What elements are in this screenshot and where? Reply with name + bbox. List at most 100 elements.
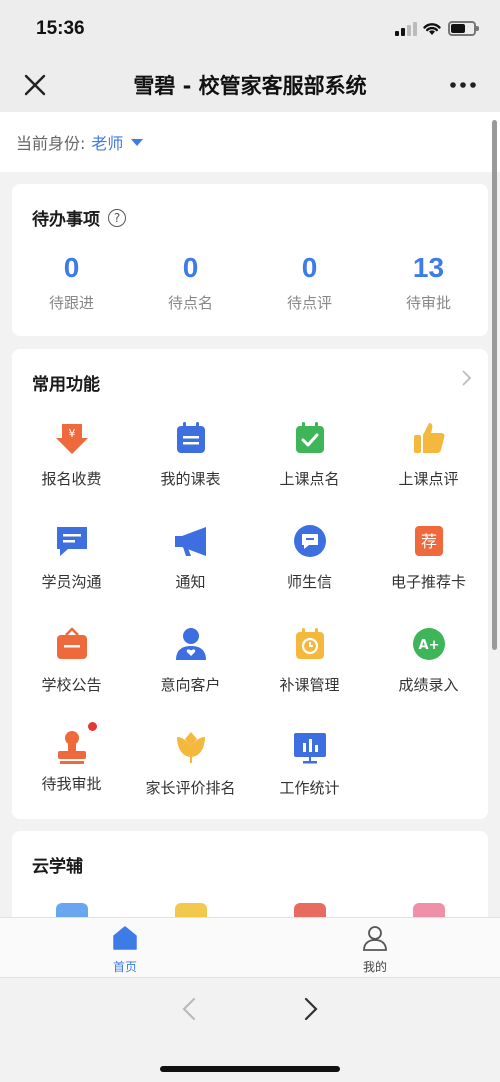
tab-home[interactable]: 首页	[0, 918, 250, 977]
stat-count: 0	[63, 252, 80, 283]
svg-text:荐: 荐	[420, 532, 436, 551]
roll-call-icon	[295, 422, 324, 453]
function-notification[interactable]: 通知	[131, 514, 250, 617]
battery-icon	[448, 21, 479, 36]
status-time: 15:36	[36, 18, 85, 39]
todo-card: 待办事项 ? 0 待跟进 0 待点名 0 待点评 13 待审批	[12, 184, 488, 336]
function-roll-call[interactable]: 上课点名	[250, 411, 369, 514]
approval-stamp-icon	[57, 731, 86, 764]
main-content: 当前身份: 老师 待办事项 ? 0 待跟进 0 待点名 0 待点评 13 待审批…	[0, 112, 500, 917]
function-grade-entry[interactable]: A+ 成绩录入	[369, 617, 488, 720]
identity-selector[interactable]: 老师	[91, 130, 144, 154]
function-label: 上课点名	[279, 470, 340, 488]
cloud-app-icon	[293, 903, 326, 917]
stat-label: 待审批	[405, 294, 451, 312]
function-makeup-class[interactable]: 补课管理	[250, 617, 369, 720]
stat-follow-up[interactable]: 0 待跟进	[12, 252, 131, 313]
stat-review[interactable]: 0 待点评	[250, 252, 369, 313]
cloud-item-1[interactable]	[12, 903, 131, 917]
function-label: 工作统计	[279, 779, 340, 797]
cloud-items	[12, 903, 488, 917]
home-indicator	[160, 1066, 340, 1072]
flower-icon	[176, 732, 205, 763]
tab-label: 我的	[362, 960, 387, 974]
signal-icon	[395, 22, 417, 36]
function-label: 家长评价排名	[145, 779, 236, 797]
tab-mine[interactable]: 我的	[250, 918, 500, 977]
cloud-item-4[interactable]	[369, 903, 488, 917]
function-recommend-card[interactable]: 荐 电子推荐卡	[369, 514, 488, 617]
todo-stats: 0 待跟进 0 待点名 0 待点评 13 待审批	[12, 252, 488, 313]
function-label: 补课管理	[279, 676, 340, 694]
schedule-icon	[176, 422, 205, 453]
user-icon	[363, 926, 387, 951]
stat-count: 13	[412, 252, 445, 283]
chevron-right-icon[interactable]	[460, 369, 472, 387]
nav-bar: 雪碧 - 校管家客服部系统	[0, 58, 500, 112]
function-student-chat[interactable]: 学员沟通	[12, 514, 131, 617]
function-class-review[interactable]: 上课点评	[369, 411, 488, 514]
functions-grid: ¥ 报名收费 我的课表 上课点名 上课点评 学员沟通 通知 师生信 荐 电子推荐…	[12, 411, 488, 823]
function-label: 成绩录入	[398, 676, 459, 694]
cloud-app-icon	[174, 903, 207, 917]
function-payment[interactable]: ¥ 报名收费	[12, 411, 131, 514]
stat-count: 0	[301, 252, 318, 283]
function-label: 通知	[175, 573, 206, 591]
scrollbar[interactable]	[492, 120, 497, 650]
browser-toolbar	[0, 977, 500, 1082]
chat-icon	[56, 527, 87, 556]
cloud-title: 云学辅	[32, 857, 83, 877]
wifi-icon	[423, 23, 441, 35]
stat-approval[interactable]: 13 待审批	[369, 252, 488, 313]
notification-badge	[87, 722, 97, 731]
stat-roll-call[interactable]: 0 待点名	[131, 252, 250, 313]
status-bar: 15:36	[0, 0, 500, 58]
function-label: 学员沟通	[41, 573, 102, 591]
identity-bar: 当前身份: 老师	[0, 112, 500, 172]
function-label: 电子推荐卡	[390, 573, 466, 591]
help-icon[interactable]: ?	[108, 208, 126, 227]
approval-stamp-icon-wrap	[54, 722, 97, 765]
megaphone-icon	[174, 527, 206, 556]
function-label: 待我审批	[41, 775, 102, 793]
home-icon	[113, 926, 137, 950]
back-arrow-icon[interactable]	[178, 996, 200, 1022]
close-icon[interactable]	[20, 70, 50, 100]
tab-label: 首页	[112, 960, 137, 974]
letter-icon	[293, 525, 326, 557]
announcement-icon	[56, 627, 87, 659]
function-school-announcement[interactable]: 学校公告	[12, 617, 131, 720]
function-schedule[interactable]: 我的课表	[131, 411, 250, 514]
function-label: 学校公告	[41, 676, 102, 694]
recommend-card-icon: 荐	[414, 526, 443, 556]
function-prospect[interactable]: 意向客户	[131, 617, 250, 720]
identity-label: 当前身份:	[16, 134, 86, 153]
stat-label: 待点评	[286, 294, 332, 312]
makeup-class-icon	[295, 628, 324, 659]
function-my-approval[interactable]: 待我审批	[12, 720, 131, 823]
functions-card: 常用功能 ¥ 报名收费 我的课表 上课点名 上课点评 学员沟通 通知 师生信 荐…	[12, 349, 488, 819]
functions-title: 常用功能	[32, 375, 100, 395]
svg-text:¥: ¥	[68, 427, 75, 440]
function-label: 上课点评	[398, 470, 459, 488]
stat-label: 待跟进	[48, 294, 94, 312]
function-label: 师生信	[286, 573, 332, 591]
todo-title-text: 待办事项	[32, 210, 100, 230]
page-title: 雪碧 - 校管家客服部系统	[133, 74, 367, 98]
stat-count: 0	[182, 252, 199, 283]
payment-icon: ¥	[55, 424, 88, 454]
function-work-statistics[interactable]: 工作统计	[250, 720, 369, 823]
cloud-item-2[interactable]	[131, 903, 250, 917]
grade-entry-icon: A+	[412, 628, 445, 660]
svg-text:A+: A+	[418, 638, 439, 653]
statistics-icon	[293, 733, 326, 764]
cloud-app-icon	[412, 903, 445, 917]
more-icon[interactable]	[448, 72, 478, 98]
function-teacher-letter[interactable]: 师生信	[250, 514, 369, 617]
caret-down-icon	[131, 138, 144, 146]
function-parent-ranking[interactable]: 家长评价排名	[131, 720, 250, 823]
forward-arrow-icon[interactable]	[300, 996, 322, 1022]
thumbs-up-icon	[413, 423, 444, 453]
cloud-app-icon	[55, 903, 88, 917]
cloud-item-3[interactable]	[250, 903, 369, 917]
